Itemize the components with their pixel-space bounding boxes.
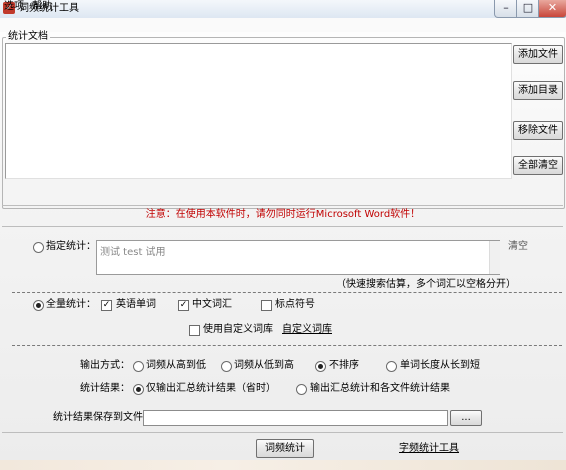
close-button[interactable]: ✕ [538, 0, 566, 18]
save-path-label: 统计结果保存到文件： [53, 412, 153, 423]
add-directory-button[interactable]: 添加目录 [513, 81, 563, 100]
browse-button[interactable]: ... [450, 410, 482, 426]
english-words-label: 英语单词 [116, 299, 156, 310]
mode-no-sort-radio[interactable] [315, 361, 326, 372]
save-path-input[interactable] [143, 410, 448, 426]
menu-bar [0, 18, 566, 32]
divider [2, 205, 563, 206]
result-type-label: 统计结果： [80, 383, 130, 394]
custom-lib-checkbox[interactable] [189, 325, 200, 336]
mode-high-to-low-label: 词频从高到低 [146, 360, 206, 371]
punctuation-label: 标点符号 [275, 299, 315, 310]
dashed-divider [12, 292, 562, 293]
dashed-divider [12, 345, 562, 346]
summary-and-files-radio[interactable] [296, 384, 307, 395]
divider [2, 226, 563, 227]
bottom-decoration [0, 460, 566, 470]
clear-all-button[interactable]: 全部清空 [513, 156, 563, 175]
file-list[interactable] [5, 43, 512, 179]
mode-low-to-high-radio[interactable] [221, 361, 232, 372]
custom-lib-link[interactable]: 自定义词库 [282, 324, 332, 336]
full-stats-radio[interactable] [33, 300, 44, 311]
keywords-input[interactable]: 测试 test 试用 [96, 240, 500, 275]
minimize-button[interactable]: – [494, 0, 518, 18]
char-frequency-tool-link[interactable]: 字频统计工具 [399, 443, 459, 455]
mode-word-length-radio[interactable] [386, 361, 397, 372]
chinese-words-checkbox[interactable]: ✓ [178, 300, 189, 311]
specified-stats-radio[interactable] [33, 242, 44, 253]
remove-file-button[interactable]: 移除文件 [513, 121, 563, 140]
keywords-hint: （快速搜索估算，多个词汇以空格分开） [336, 279, 516, 290]
add-file-button[interactable]: 添加文件 [513, 45, 563, 64]
specified-stats-label: 指定统计： [46, 241, 96, 252]
clear-keywords-link[interactable]: 清空 [508, 241, 528, 253]
full-stats-label: 全量统计： [46, 299, 96, 310]
menu-help[interactable]: 帮助 [32, 1, 52, 13]
title-bar [0, 0, 566, 19]
run-word-frequency-button[interactable]: 词频统计 [256, 439, 314, 458]
mode-no-sort-label: 不排序 [329, 360, 359, 371]
mode-low-to-high-label: 词频从低到高 [234, 360, 294, 371]
mode-word-length-label: 单词长度从长到短 [400, 360, 480, 371]
maximize-button[interactable]: □ [516, 0, 540, 18]
summary-and-files-label: 输出汇总统计和各文件统计结果 [310, 383, 450, 394]
chinese-words-label: 中文词汇 [192, 299, 232, 310]
punctuation-checkbox[interactable] [261, 300, 272, 311]
divider [2, 432, 563, 433]
menu-options[interactable]: 选项 [4, 1, 24, 13]
summary-only-label: 仅输出汇总统计结果（省时） [146, 383, 276, 394]
warning-notice: 注意：在使用本软件时，请勿同时运行Microsoft Word软件！ [145, 209, 421, 220]
summary-only-radio[interactable] [133, 384, 144, 395]
english-words-checkbox[interactable]: ✓ [101, 300, 112, 311]
output-mode-label: 输出方式： [80, 360, 130, 371]
mode-high-to-low-radio[interactable] [133, 361, 144, 372]
custom-lib-label: 使用自定义词库 [203, 324, 273, 335]
keywords-scrollbar[interactable] [489, 241, 500, 274]
documents-group-label: 统计文档 [6, 31, 50, 43]
